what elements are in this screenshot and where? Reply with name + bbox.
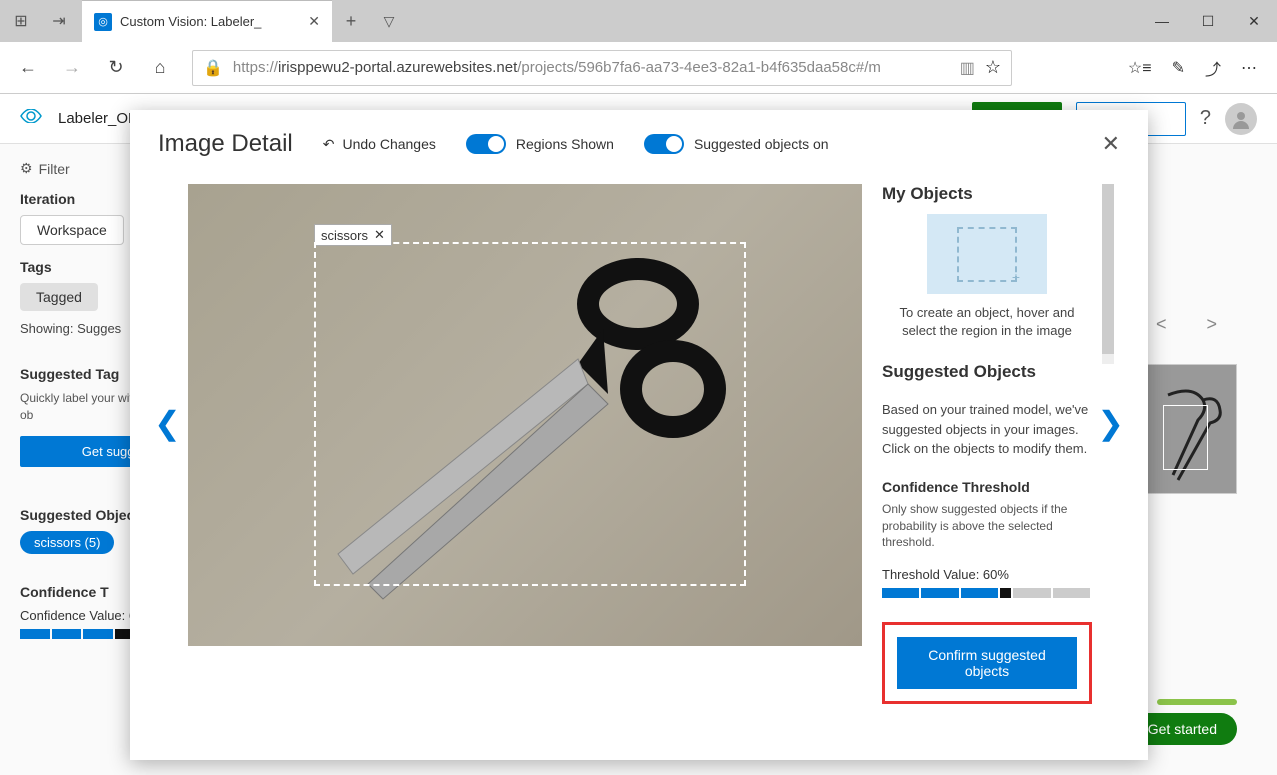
minimize-button[interactable]: — [1139, 0, 1185, 42]
refresh-button[interactable]: ↻ [96, 48, 136, 88]
tab-close-icon[interactable]: ✕ [308, 13, 320, 30]
maximize-button[interactable]: ☐ [1185, 0, 1231, 42]
address-bar-row: ← → ↻ ⌂ 🔒 https://irisppewu2-portal.azur… [0, 42, 1277, 94]
user-avatar[interactable] [1225, 103, 1257, 135]
tagged-filter[interactable]: Tagged [20, 283, 98, 311]
browser-title-row: ⊞ ⇥ ◎ Custom Vision: Labeler_ ✕ + ▽ — ☐ … [0, 0, 1277, 42]
browser-chrome: ⊞ ⇥ ◎ Custom Vision: Labeler_ ✕ + ▽ — ☐ … [0, 0, 1277, 94]
image-detail-modal: Image Detail ↶ Undo Changes Regions Show… [130, 110, 1148, 760]
tab-aside-icon[interactable]: ⇥ [40, 0, 78, 42]
confirm-suggested-objects-button[interactable]: Confirm suggested objects [897, 637, 1077, 689]
image-canvas[interactable]: scissors ✕ [188, 184, 862, 646]
undo-icon: ↶ [323, 136, 335, 153]
prev-image-arrow[interactable]: ❮ [154, 404, 181, 442]
regions-shown-toggle-row: Regions Shown [466, 134, 614, 154]
thumbnail-area [1147, 364, 1237, 494]
close-window-button[interactable]: ✕ [1231, 0, 1277, 42]
threshold-value-label: Threshold Value: 60% [882, 567, 1092, 582]
threshold-slider[interactable] [882, 588, 1092, 598]
suggested-objects-desc: Based on your trained model, we've sugge… [882, 400, 1092, 459]
suggested-objects-panel-heading: Suggested Objects [882, 362, 1092, 382]
next-page-arrow[interactable]: > [1206, 314, 1217, 335]
confirm-highlight-box: Confirm suggested objects [882, 622, 1092, 704]
vision-icon [20, 109, 42, 128]
tab-actions-icon[interactable]: ⊞ [2, 0, 40, 42]
url-text: https://irisppewu2-portal.azurewebsites.… [233, 59, 950, 76]
confidence-threshold-panel-heading: Confidence Threshold [882, 479, 1092, 495]
forward-button[interactable]: → [52, 48, 92, 88]
workspace-dropdown[interactable]: Workspace [20, 215, 124, 245]
filter-icon: ⚙ [20, 160, 33, 177]
detection-region-box[interactable] [314, 242, 746, 586]
prev-page-arrow[interactable]: < [1156, 314, 1167, 335]
progress-bar [1157, 699, 1237, 705]
back-button[interactable]: ← [8, 48, 48, 88]
browser-tab[interactable]: ◎ Custom Vision: Labeler_ ✕ [82, 0, 332, 42]
lock-icon: 🔒 [203, 58, 223, 78]
create-object-placeholder[interactable] [927, 214, 1047, 294]
home-button[interactable]: ⌂ [140, 48, 180, 88]
modal-body: ❮ ❯ scissors ✕ My Objects [158, 184, 1120, 714]
address-bar[interactable]: 🔒 https://irisppewu2-portal.azurewebsite… [192, 50, 1012, 86]
remove-tag-icon[interactable]: ✕ [374, 227, 385, 243]
tab-dropdown-icon[interactable]: ▽ [370, 13, 408, 30]
my-objects-hint: To create an object, hover and select th… [882, 304, 1092, 340]
scissors-tag-chip[interactable]: scissors (5) [20, 531, 114, 554]
page-nav-arrows: < > [1156, 314, 1217, 335]
my-objects-heading: My Objects [882, 184, 1092, 204]
favorite-icon[interactable]: ☆ [985, 57, 1001, 78]
modal-title: Image Detail [158, 130, 293, 158]
new-tab-button[interactable]: + [332, 11, 370, 32]
scrollbar-thumb[interactable] [1102, 184, 1114, 354]
suggested-objects-toggle[interactable] [644, 134, 684, 154]
reading-view-icon[interactable]: ▥ [960, 58, 975, 78]
modal-close-button[interactable]: ✕ [1102, 131, 1120, 157]
modal-side-panel: My Objects To create an object, hover an… [882, 184, 1102, 714]
modal-header: Image Detail ↶ Undo Changes Regions Show… [158, 130, 1120, 158]
regions-shown-toggle[interactable] [466, 134, 506, 154]
tab-favicon: ◎ [94, 13, 112, 31]
notes-icon[interactable]: ✎ [1172, 58, 1185, 78]
image-thumbnail[interactable] [1147, 364, 1237, 494]
tab-title: Custom Vision: Labeler_ [120, 14, 300, 29]
undo-changes-button[interactable]: ↶ Undo Changes [323, 136, 436, 153]
share-icon[interactable]: ⤴ [1205, 56, 1221, 80]
suggested-objects-toggle-row: Suggested objects on [644, 134, 829, 154]
favorites-hub-icon[interactable]: ☆≡ [1128, 58, 1152, 78]
confidence-threshold-desc: Only show suggested objects if the proba… [882, 501, 1092, 551]
more-icon[interactable]: ⋯ [1241, 58, 1257, 78]
help-icon[interactable]: ? [1200, 107, 1211, 130]
